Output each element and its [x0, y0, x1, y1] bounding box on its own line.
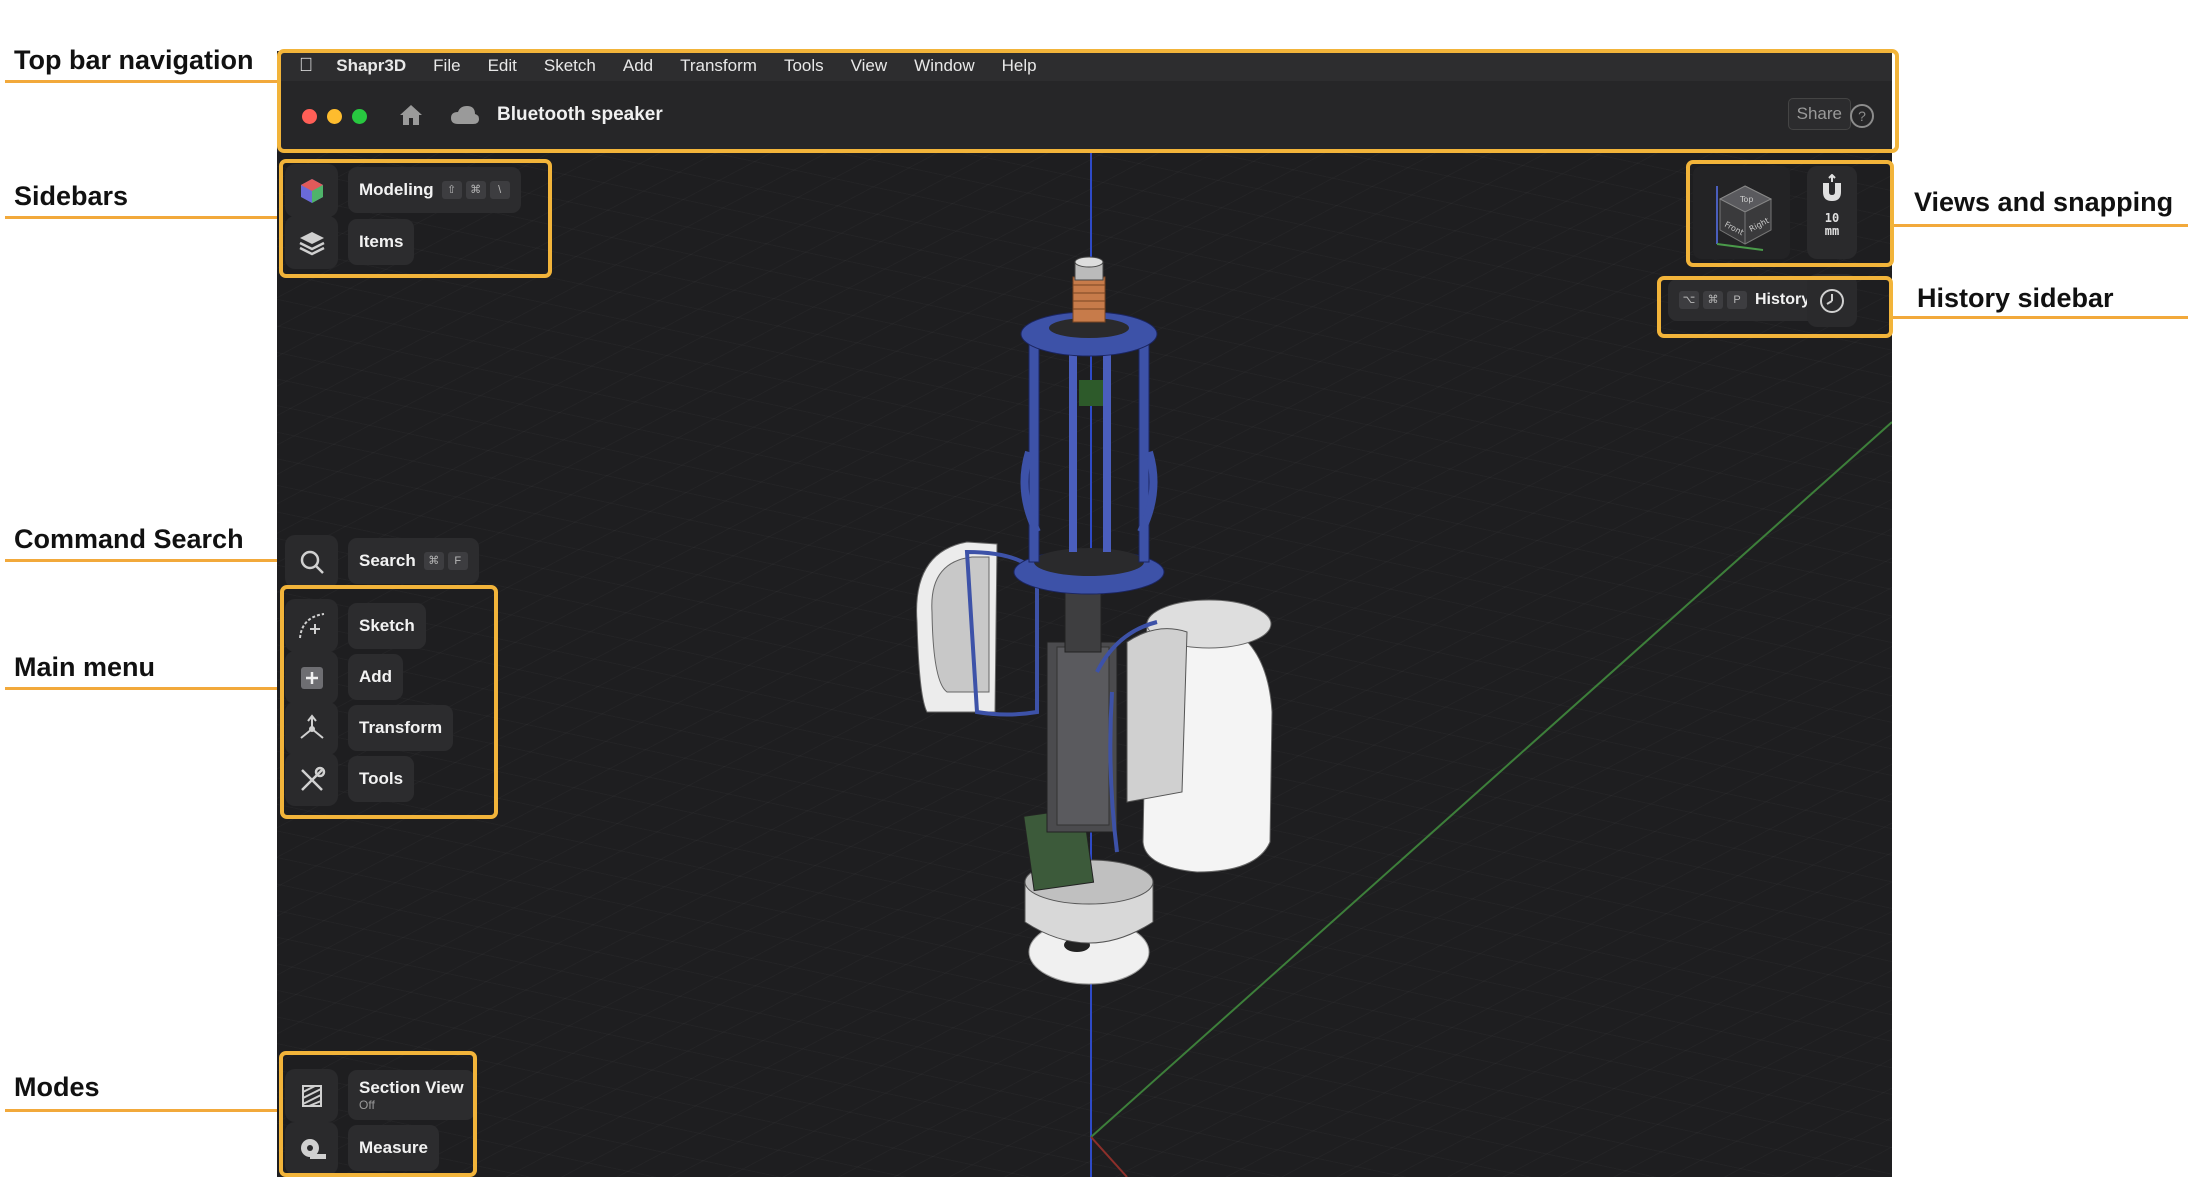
- kbd-f: F: [447, 552, 468, 570]
- search-label[interactable]: Search ⌘ F: [348, 538, 479, 584]
- menu-tools[interactable]: Tools: [784, 56, 824, 76]
- transform-arrows-icon: [299, 713, 324, 739]
- modeling-sidebar-label[interactable]: Modeling ⇧ ⌘ \: [348, 167, 521, 213]
- annotation-history-sidebar: History sidebar: [1917, 283, 2114, 313]
- measure-tape-icon: [300, 1138, 326, 1159]
- annotation-top-bar: Top bar navigation: [14, 45, 254, 75]
- layers-icon: [298, 231, 325, 255]
- zoom-window-button[interactable]: [352, 109, 367, 124]
- items-sidebar-button[interactable]: [285, 216, 338, 269]
- 3d-viewport[interactable]: Modeling ⇧ ⌘ \ Items Search ⌘ F Sketch A…: [277, 152, 1892, 1177]
- annotation-line-history-sidebar: [1893, 316, 2188, 319]
- search-icon: [300, 550, 324, 574]
- title-bar: Bluetooth speaker Share ?: [277, 81, 1892, 153]
- minimize-window-button[interactable]: [327, 109, 342, 124]
- modeling-sidebar-button[interactable]: [285, 164, 338, 217]
- x-axis-line: [1090, 1136, 1128, 1177]
- menu-help[interactable]: Help: [1002, 56, 1037, 76]
- cube-top-face: Top: [1739, 195, 1754, 204]
- help-icon[interactable]: ?: [1850, 104, 1874, 128]
- annotation-line-top-bar: [5, 80, 277, 83]
- kbd-cmd: ⌘: [465, 181, 486, 199]
- add-menu-label[interactable]: Add: [348, 654, 404, 700]
- section-view-text: Section View: [359, 1078, 464, 1097]
- apple-icon[interactable]: : [299, 55, 313, 77]
- close-window-button[interactable]: [302, 109, 317, 124]
- document-title[interactable]: Bluetooth speaker: [497, 104, 663, 126]
- sketch-curve-icon: [298, 612, 324, 638]
- search-text: Search: [359, 551, 416, 570]
- clock-icon: [1820, 288, 1844, 313]
- home-icon[interactable]: [398, 103, 424, 127]
- menubar:  Shapr3D File Edit Sketch Add Transform…: [277, 51, 1892, 81]
- annotation-main-menu: Main menu: [14, 652, 156, 682]
- annotation-views-snapping: Views and snapping: [1914, 187, 2174, 217]
- add-button[interactable]: [285, 651, 338, 704]
- app-window:  Shapr3D File Edit Sketch Add Transform…: [277, 51, 1892, 1177]
- view-cube-panel: Top Front Right: [1693, 166, 1790, 259]
- sketch-button[interactable]: [285, 599, 338, 652]
- annotation-sidebars: Sidebars: [14, 181, 129, 211]
- search-button[interactable]: [285, 535, 338, 588]
- menu-edit[interactable]: Edit: [488, 56, 517, 76]
- magnet-icon: [1823, 174, 1841, 201]
- cloud-icon: [451, 106, 479, 124]
- kbd-backslash: \: [489, 181, 510, 199]
- snapping-button[interactable]: 10 mm: [1807, 166, 1857, 259]
- menu-view[interactable]: View: [851, 56, 888, 76]
- add-plus-icon: [300, 666, 323, 689]
- menu-app-name[interactable]: Shapr3D: [336, 56, 406, 76]
- tools-menu-label[interactable]: Tools: [348, 756, 415, 802]
- annotation-command-search: Command Search: [14, 524, 244, 554]
- transform-menu-label[interactable]: Transform: [348, 705, 454, 751]
- kbd-cmd-history: ⌘: [1703, 291, 1723, 309]
- tools-button[interactable]: [285, 753, 338, 806]
- kbd-shift: ⇧: [441, 181, 462, 199]
- measure-button[interactable]: [285, 1122, 338, 1175]
- kbd-option: ⌥: [1679, 291, 1699, 309]
- annotation-line-sidebars: [5, 216, 277, 219]
- annotation-line-command-search: [5, 559, 277, 562]
- items-sidebar-label[interactable]: Items: [348, 219, 415, 265]
- sketch-menu-label[interactable]: Sketch: [348, 603, 426, 649]
- section-view-state: Off: [359, 1098, 375, 1112]
- measure-label[interactable]: Measure: [348, 1125, 439, 1171]
- annotation-modes: Modes: [14, 1072, 100, 1102]
- annotation-line-views-snapping: [1893, 224, 2188, 227]
- menu-transform[interactable]: Transform: [680, 56, 757, 76]
- annotation-line-main-menu: [5, 687, 277, 690]
- history-button[interactable]: [1807, 274, 1857, 327]
- view-cube-icon[interactable]: Top Front Right: [1693, 166, 1790, 259]
- model-scene: [916, 152, 1892, 1177]
- tools-wrench-icon: [300, 766, 325, 791]
- snap-unit: mm: [1824, 224, 1840, 238]
- kbd-cmd-search: ⌘: [423, 552, 444, 570]
- history-text: History: [1755, 291, 1811, 308]
- menu-sketch[interactable]: Sketch: [544, 56, 596, 76]
- share-button[interactable]: Share: [1787, 98, 1851, 130]
- modeling-label: Modeling: [359, 180, 434, 199]
- annotation-line-modes: [5, 1109, 277, 1112]
- modeling-cube-icon: [300, 178, 323, 203]
- section-view-icon: [301, 1084, 322, 1107]
- history-label[interactable]: ⌥ ⌘ P History: [1668, 279, 1822, 321]
- kbd-p: P: [1727, 291, 1747, 309]
- menu-window[interactable]: Window: [914, 56, 974, 76]
- section-view-button[interactable]: [285, 1069, 338, 1122]
- section-view-label[interactable]: Section View Off: [348, 1070, 475, 1120]
- menu-file[interactable]: File: [433, 56, 460, 76]
- transform-button[interactable]: [285, 702, 338, 755]
- menu-add[interactable]: Add: [623, 56, 653, 76]
